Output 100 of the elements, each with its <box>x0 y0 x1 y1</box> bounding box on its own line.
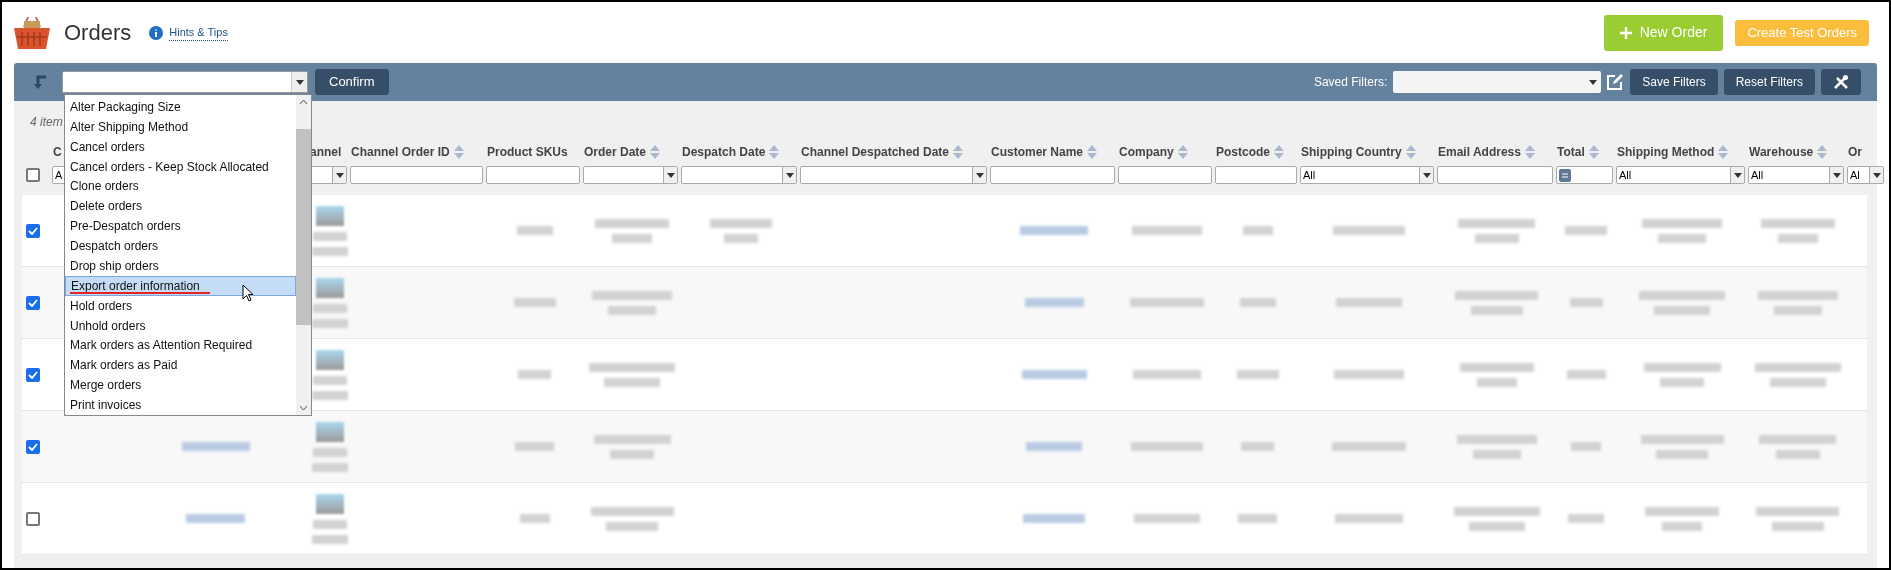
column-header[interactable]: C <box>53 143 62 161</box>
sort-icon[interactable] <box>1817 145 1828 159</box>
column-header[interactable]: Shipping Country <box>1301 143 1416 161</box>
return-arrow-icon[interactable] <box>32 74 48 90</box>
column-header[interactable]: Shipping Method <box>1617 143 1729 161</box>
blurred-text <box>1023 514 1085 523</box>
column-header[interactable]: Total <box>1557 143 1599 161</box>
blurred-text <box>1773 305 1822 315</box>
checkbox[interactable] <box>26 223 40 238</box>
checkbox[interactable] <box>26 511 40 526</box>
blurred-text <box>181 442 250 451</box>
dropdown-item[interactable]: Unhold orders <box>65 315 296 336</box>
column-header[interactable]: Despatch Date <box>682 143 780 161</box>
info-icon <box>149 25 164 40</box>
page-title: Orders <box>64 19 132 47</box>
column-header[interactable]: Postcode <box>1216 143 1284 161</box>
sort-icon[interactable] <box>650 145 661 159</box>
dropdown-item[interactable]: Alter Shipping Method <box>65 116 296 137</box>
column-header[interactable]: Warehouse <box>1749 143 1828 161</box>
sort-icon[interactable] <box>1177 145 1188 159</box>
filter-field[interactable] <box>1118 166 1212 184</box>
dropdown-item[interactable]: Print invoices <box>65 395 296 415</box>
dropdown-item[interactable]: Mark orders as Attention Required <box>65 335 296 356</box>
caret-icon <box>1589 79 1598 85</box>
caret-icon <box>785 172 794 178</box>
dropdown-item[interactable]: Pre-Despatch orders <box>65 216 296 236</box>
sort-icon[interactable] <box>453 145 464 159</box>
blurred-text <box>516 226 553 235</box>
dropdown-item[interactable]: Despatch orders <box>65 236 296 256</box>
blurred-text <box>1656 449 1708 459</box>
dropdown-item[interactable]: Cancel orders - Keep Stock Allocated <box>65 156 296 177</box>
filter-field[interactable] <box>1215 166 1297 184</box>
filter-select[interactable]: Al <box>1847 166 1884 184</box>
checkbox[interactable] <box>26 439 40 454</box>
blurred-text <box>709 218 772 228</box>
blurred-text <box>1239 298 1276 307</box>
blurred-text <box>1660 377 1704 387</box>
sort-icon[interactable] <box>769 145 780 159</box>
blurred-text <box>1569 298 1603 307</box>
equals-icon[interactable] <box>1559 168 1571 182</box>
scrollbar[interactable] <box>296 95 311 415</box>
dropdown-item[interactable]: Alter Packaging Size <box>65 97 296 117</box>
blurred-text <box>1020 226 1088 235</box>
filter-field[interactable] <box>486 166 580 184</box>
column-header[interactable]: Company <box>1119 143 1188 161</box>
action-select[interactable] <box>62 71 308 93</box>
dropdown-item[interactable]: Delete orders <box>65 196 296 217</box>
blurred-text <box>723 233 758 243</box>
blurred-text <box>1334 514 1403 523</box>
column-header[interactable]: Product SKUs <box>487 143 568 161</box>
column-header[interactable]: Email Address <box>1438 143 1535 161</box>
filter-select[interactable]: All <box>1748 166 1844 184</box>
sort-icon[interactable] <box>953 145 964 159</box>
dropdown-item[interactable]: Cancel orders <box>65 136 296 157</box>
column-header[interactable]: Customer Name <box>991 143 1098 161</box>
blurred-text <box>1470 305 1523 315</box>
column-header[interactable]: Order Date <box>584 143 661 161</box>
column-header[interactable]: Channel Order ID <box>351 143 464 161</box>
blurred-text <box>1769 377 1826 387</box>
checkbox[interactable] <box>26 367 40 382</box>
blurred-text <box>1133 514 1200 523</box>
sort-icon[interactable] <box>1274 145 1284 159</box>
sort-icon[interactable] <box>1405 145 1416 159</box>
filter-field[interactable] <box>1556 166 1613 184</box>
filter-field[interactable] <box>990 166 1115 184</box>
scroll-up-icon[interactable] <box>299 99 308 105</box>
filter-field[interactable] <box>1437 166 1553 184</box>
sort-icon[interactable] <box>1524 145 1535 159</box>
blurred-text <box>604 377 660 387</box>
confirm-button[interactable]: Confirm <box>315 69 389 95</box>
scroll-down-icon[interactable] <box>299 405 308 411</box>
sort-icon[interactable] <box>1087 145 1098 159</box>
sort-icon[interactable] <box>1718 145 1729 159</box>
item-count: 4 item <box>30 114 63 131</box>
blurred-text <box>311 534 348 544</box>
caret-icon <box>1832 172 1841 178</box>
dropdown-item[interactable]: Drop ship orders <box>65 255 296 276</box>
tools-icon <box>1833 74 1849 90</box>
sort-icon[interactable] <box>1588 145 1599 159</box>
blurred-text <box>1335 298 1402 307</box>
save-filters-button[interactable]: Save Filters <box>1630 69 1718 95</box>
checkbox[interactable] <box>26 168 40 182</box>
blurred-text <box>1026 442 1082 451</box>
hints-link[interactable]: Hints & Tips <box>169 23 228 42</box>
blurred-text <box>1566 370 1606 379</box>
filter-field[interactable] <box>350 166 483 184</box>
dropdown-item[interactable]: Merge orders <box>65 375 296 396</box>
filter-select[interactable]: All <box>1616 166 1745 184</box>
column-header[interactable]: Channel Despatched Date <box>801 143 964 161</box>
reset-filters-button[interactable]: Reset Filters <box>1723 69 1815 95</box>
tools-button[interactable] <box>1821 69 1861 95</box>
filter-select[interactable]: All <box>1300 166 1434 184</box>
dropdown-item[interactable]: Mark orders as Paid <box>65 355 296 376</box>
dropdown-item[interactable]: Hold orders <box>65 295 296 316</box>
edit-icon[interactable] <box>1606 73 1625 91</box>
dropdown-item[interactable]: Clone orders <box>65 176 296 197</box>
checkbox[interactable] <box>26 295 40 310</box>
blurred-text <box>1474 233 1519 243</box>
column-header[interactable]: Or <box>1848 143 1862 161</box>
blurred-text <box>518 370 551 379</box>
